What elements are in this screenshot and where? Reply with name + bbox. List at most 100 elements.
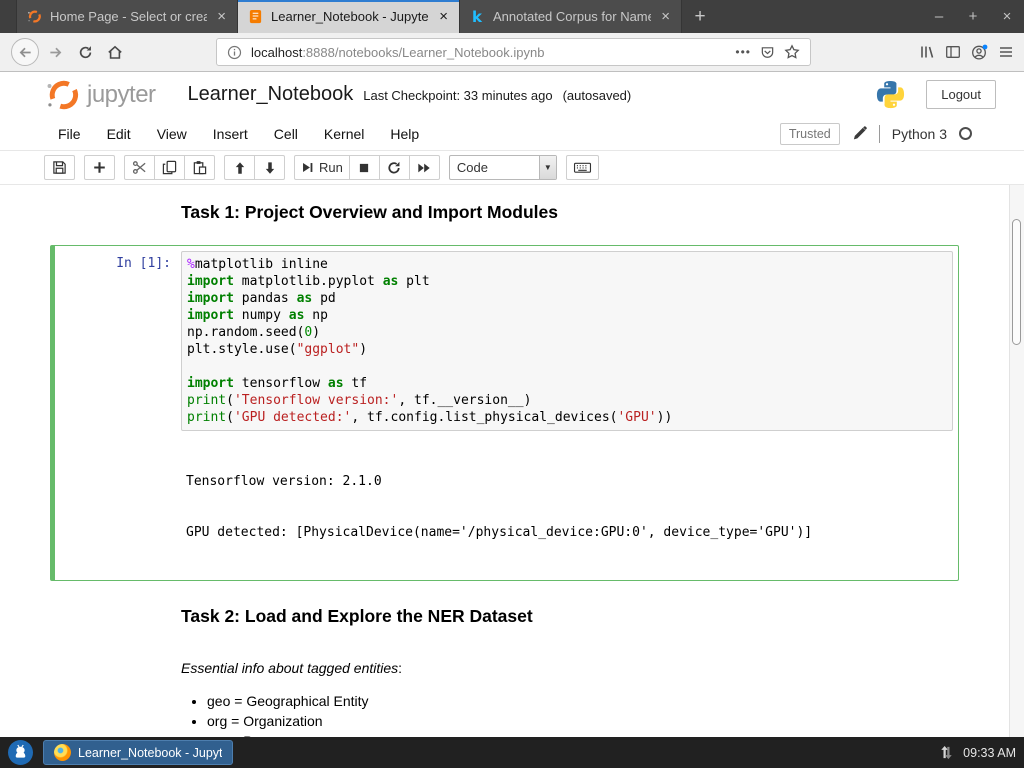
save-icon bbox=[53, 161, 66, 174]
output-prompt bbox=[60, 439, 181, 575]
maximize-button[interactable]: + bbox=[956, 0, 990, 33]
keyboard-icon bbox=[573, 162, 591, 173]
firefox-icon bbox=[54, 744, 71, 761]
restart-run-all-button[interactable] bbox=[408, 155, 440, 180]
markdown-cell-task2-heading[interactable]: Task 2: Load and Explore the NER Dataset bbox=[181, 605, 1024, 627]
input-prompt: In [1]: bbox=[116, 256, 171, 271]
hamburger-menu-icon[interactable] bbox=[998, 44, 1014, 60]
jupyter-header: jupyter Learner_Notebook Last Checkpoint… bbox=[0, 72, 1024, 117]
forward-button[interactable] bbox=[40, 37, 70, 67]
list-item: geo = Geographical Entity bbox=[207, 691, 1024, 711]
add-cell-button[interactable] bbox=[84, 155, 115, 180]
notebook-area: Task 1: Project Overview and Import Modu… bbox=[0, 185, 1024, 737]
tab-kaggle-corpus[interactable]: k Annotated Corpus for Named × bbox=[460, 0, 682, 33]
jupyter-toolbar: Run Code ▼ bbox=[0, 151, 1024, 185]
cut-icon bbox=[132, 161, 146, 174]
kernel-idle-icon bbox=[959, 127, 972, 140]
menu-insert[interactable]: Insert bbox=[200, 126, 261, 142]
code-editor[interactable]: %matplotlib inline import matplotlib.pypl… bbox=[181, 251, 953, 431]
desktop-taskbar: Learner_Notebook - Jupyter ... 09:33 AM bbox=[0, 737, 1024, 768]
code-cell-selected[interactable]: In [1]: %matplotlib inline import matplot… bbox=[50, 245, 959, 581]
kernel-status-area: Trusted Python 3 bbox=[779, 122, 972, 145]
site-info-icon[interactable] bbox=[227, 45, 242, 60]
url-bar[interactable]: localhost:8888/notebooks/Learner_Noteboo… bbox=[216, 38, 811, 66]
account-icon[interactable] bbox=[971, 44, 988, 61]
menu-cell[interactable]: Cell bbox=[261, 126, 311, 142]
move-cell-up-button[interactable] bbox=[224, 155, 255, 180]
tab-home-page[interactable]: Home Page - Select or create × bbox=[16, 0, 238, 33]
sidebar-icon[interactable] bbox=[945, 44, 961, 60]
autosave-status: (autosaved) bbox=[562, 88, 632, 103]
move-button-group bbox=[224, 155, 285, 180]
reload-button[interactable] bbox=[70, 37, 100, 67]
home-icon bbox=[108, 45, 122, 59]
menu-file[interactable]: File bbox=[45, 126, 94, 142]
tab-close-icon[interactable]: × bbox=[437, 9, 450, 24]
library-icon[interactable] bbox=[919, 44, 935, 60]
url-text[interactable]: localhost:8888/notebooks/Learner_Noteboo… bbox=[251, 45, 726, 60]
page-actions-icon[interactable]: ••• bbox=[735, 45, 751, 59]
checkpoint-status: Last Checkpoint: 33 minutes ago bbox=[363, 88, 553, 103]
intro-italic: Essential info about tagged entities bbox=[181, 660, 399, 676]
menu-help[interactable]: Help bbox=[377, 126, 432, 142]
stop-icon bbox=[360, 163, 369, 172]
xfce-mouse-icon bbox=[15, 744, 26, 758]
network-icon[interactable] bbox=[939, 745, 954, 760]
edit-pencil-icon bbox=[853, 126, 867, 140]
cell-output: Tensorflow version: 2.1.0 GPU detected: … bbox=[181, 439, 812, 575]
back-button[interactable] bbox=[10, 37, 40, 67]
tab-close-icon[interactable]: × bbox=[659, 9, 672, 24]
copy-icon bbox=[162, 160, 177, 175]
run-button-group: Run bbox=[294, 155, 440, 180]
divider bbox=[878, 124, 880, 143]
arrow-up-icon bbox=[235, 161, 244, 174]
notebook-title[interactable]: Learner_Notebook bbox=[188, 83, 354, 106]
reload-icon bbox=[79, 45, 91, 58]
new-tab-button[interactable]: + bbox=[682, 0, 718, 33]
clock[interactable]: 09:33 AM bbox=[963, 746, 1016, 760]
select-arrow-icon: ▼ bbox=[538, 156, 556, 179]
notebook-scrollbar[interactable] bbox=[1009, 185, 1024, 737]
menu-edit[interactable]: Edit bbox=[94, 126, 144, 142]
applications-menu-button[interactable] bbox=[8, 740, 33, 765]
run-button[interactable]: Run bbox=[294, 155, 350, 180]
move-cell-down-button[interactable] bbox=[254, 155, 285, 180]
cell-type-select[interactable]: Code ▼ bbox=[448, 155, 557, 180]
save-button[interactable] bbox=[44, 155, 75, 180]
jupyter-logo-text: jupyter bbox=[87, 80, 156, 108]
kaggle-icon: k bbox=[472, 7, 482, 26]
interrupt-kernel-button[interactable] bbox=[348, 155, 380, 180]
restart-kernel-button[interactable] bbox=[378, 155, 410, 180]
command-palette-button[interactable] bbox=[565, 155, 599, 180]
menu-kernel[interactable]: Kernel bbox=[311, 126, 377, 142]
logout-button[interactable]: Logout bbox=[926, 80, 996, 109]
tab-learner-notebook[interactable]: Learner_Notebook - Jupyter N × bbox=[238, 0, 460, 33]
paste-icon bbox=[193, 161, 207, 175]
list-item: per = Person bbox=[207, 731, 1024, 737]
tab-close-icon[interactable]: × bbox=[215, 9, 228, 24]
notebook-title-area[interactable]: Learner_Notebook Last Checkpoint: 33 min… bbox=[188, 83, 632, 106]
browser-titlebar: Home Page - Select or create × Learner_N… bbox=[0, 0, 1024, 33]
cut-button[interactable] bbox=[124, 155, 155, 180]
minimize-button[interactable]: – bbox=[922, 0, 956, 33]
bookmark-star-icon[interactable] bbox=[784, 44, 800, 60]
pocket-icon[interactable] bbox=[760, 45, 775, 60]
home-button[interactable] bbox=[100, 37, 130, 67]
taskbar-window-button[interactable]: Learner_Notebook - Jupyter ... bbox=[43, 740, 233, 765]
jupyter-logo[interactable]: jupyter bbox=[45, 77, 156, 113]
markdown-cell-task1-heading[interactable]: Task 1: Project Overview and Import Modu… bbox=[181, 201, 1024, 223]
kernel-name: Python 3 bbox=[891, 125, 947, 142]
paste-button[interactable] bbox=[184, 155, 215, 180]
system-tray: 09:33 AM bbox=[939, 745, 1016, 760]
notebook-book-icon bbox=[247, 9, 263, 25]
intro-colon: : bbox=[398, 660, 403, 676]
tab-title: Annotated Corpus for Named bbox=[493, 9, 652, 24]
restart-icon bbox=[388, 161, 400, 173]
scrollbar-thumb[interactable] bbox=[1012, 219, 1021, 345]
browser-navbar: localhost:8888/notebooks/Learner_Noteboo… bbox=[0, 33, 1024, 72]
close-window-button[interactable]: × bbox=[990, 0, 1024, 33]
copy-button[interactable] bbox=[154, 155, 185, 180]
menu-view[interactable]: View bbox=[144, 126, 200, 142]
entity-tag-list: geo = Geographical Entity org = Organiza… bbox=[181, 691, 1024, 737]
window-controls: – + × bbox=[922, 0, 1024, 33]
